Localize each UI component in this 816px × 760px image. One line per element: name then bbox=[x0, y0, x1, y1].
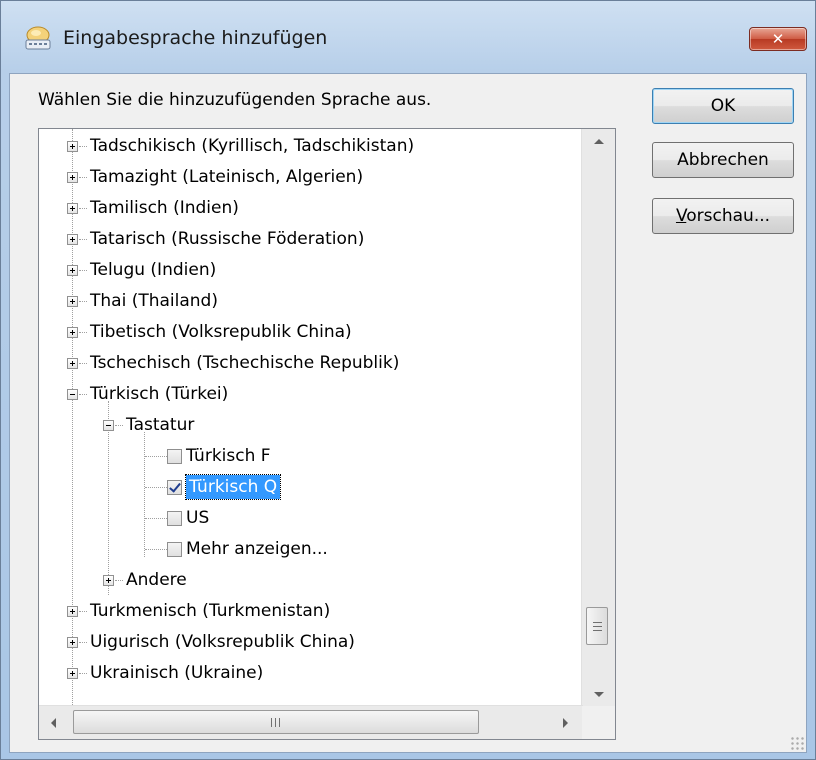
horizontal-scroll-thumb[interactable] bbox=[73, 710, 479, 734]
preview-button-label: Vorschau... bbox=[676, 206, 770, 226]
keyboard-label-selected: Türkisch Q bbox=[184, 474, 282, 500]
expand-plus-icon[interactable] bbox=[67, 637, 78, 648]
expand-plus-icon[interactable] bbox=[67, 141, 78, 152]
collapse-minus-icon[interactable] bbox=[67, 389, 78, 400]
tree-item-label: Türkisch (Türkei) bbox=[90, 384, 229, 404]
close-icon: ✕ bbox=[771, 30, 785, 48]
tree-item-label: Tschechisch (Tschechische Republik) bbox=[90, 353, 400, 373]
scroll-left-arrow-icon[interactable] bbox=[51, 718, 56, 728]
tree-item-label: Andere bbox=[126, 570, 187, 590]
tree-connector bbox=[145, 549, 167, 550]
scroll-down-arrow-icon[interactable] bbox=[594, 692, 604, 697]
tree-connector bbox=[115, 580, 123, 581]
grip-line bbox=[275, 718, 276, 727]
tree-item-label: Uigurisch (Volksrepublik China) bbox=[90, 632, 355, 652]
language-tree[interactable]: Tadschikisch (Kyrillisch, Tadschikistan)… bbox=[38, 128, 616, 740]
tree-connector bbox=[79, 270, 87, 271]
cancel-button-label: Abbrechen bbox=[677, 150, 769, 170]
expand-plus-icon[interactable] bbox=[67, 327, 78, 338]
tree-connector bbox=[79, 332, 87, 333]
preview-mnemonic: V bbox=[675, 206, 687, 226]
title-bar[interactable]: Eingabesprache hinzufügen ✕ bbox=[1, 1, 815, 73]
instruction-label: Wählen Sie die hinzuzufügenden Sprache a… bbox=[38, 90, 432, 110]
preview-label-rest: orschau... bbox=[686, 206, 771, 226]
keyboard-label: US bbox=[186, 508, 210, 528]
grip-line bbox=[593, 626, 602, 627]
checkbox[interactable] bbox=[167, 542, 182, 557]
preview-button[interactable]: Vorschau... bbox=[652, 198, 794, 234]
grip-line bbox=[593, 622, 602, 623]
keyboard-label: Mehr anzeigen... bbox=[186, 539, 328, 559]
tree-connector bbox=[79, 363, 87, 364]
checkbox[interactable] bbox=[167, 449, 182, 464]
scrollbar-corner bbox=[582, 706, 615, 739]
tree-item-label: Tatarisch (Russische Föderation) bbox=[90, 229, 365, 249]
keyboard-label: Türkisch F bbox=[186, 446, 271, 466]
tree-connector bbox=[79, 177, 87, 178]
cancel-button[interactable]: Abbrechen bbox=[652, 142, 794, 178]
tree-connector bbox=[79, 611, 87, 612]
tree-item-label: Ukrainisch (Ukraine) bbox=[90, 663, 264, 683]
expand-plus-icon[interactable] bbox=[67, 606, 78, 617]
close-button[interactable]: ✕ bbox=[749, 27, 807, 51]
expand-plus-icon[interactable] bbox=[67, 203, 78, 214]
tree-item-label: Tamilisch (Indien) bbox=[90, 198, 239, 218]
window-title: Eingabesprache hinzufügen bbox=[63, 27, 328, 49]
collapse-minus-icon[interactable] bbox=[103, 420, 114, 431]
grip-line bbox=[271, 718, 272, 727]
tree-connector bbox=[79, 394, 87, 395]
grip-line bbox=[279, 718, 280, 727]
tree-connector bbox=[145, 487, 167, 488]
tree-item-label: Tibetisch (Volksrepublik China) bbox=[90, 322, 352, 342]
tree-connector bbox=[144, 432, 145, 557]
tree-connector bbox=[145, 518, 167, 519]
horizontal-scrollbar[interactable] bbox=[39, 705, 583, 739]
tree-connector bbox=[79, 146, 87, 147]
scroll-up-arrow-icon[interactable] bbox=[594, 139, 604, 144]
checkbox-checked[interactable] bbox=[167, 480, 182, 495]
tree-connector bbox=[79, 673, 87, 674]
tree-connector bbox=[145, 456, 167, 457]
tree-item-label: Tamazight (Lateinisch, Algerien) bbox=[90, 167, 364, 187]
expand-plus-icon[interactable] bbox=[103, 575, 114, 586]
expand-plus-icon[interactable] bbox=[67, 358, 78, 369]
tree-connector bbox=[115, 425, 123, 426]
tree-item-label: Thai (Thailand) bbox=[90, 291, 218, 311]
expand-plus-icon[interactable] bbox=[67, 296, 78, 307]
tree-item-label: Tastatur bbox=[126, 415, 195, 435]
tree-connector bbox=[79, 642, 87, 643]
tree-item-label: Tadschikisch (Kyrillisch, Tadschikistan) bbox=[90, 136, 415, 156]
checkbox[interactable] bbox=[167, 511, 182, 526]
scroll-right-arrow-icon[interactable] bbox=[563, 718, 568, 728]
tree-connector bbox=[72, 129, 73, 707]
resize-grip-icon[interactable] bbox=[790, 736, 804, 750]
expand-plus-icon[interactable] bbox=[67, 172, 78, 183]
ok-button[interactable]: OK bbox=[652, 88, 794, 124]
expand-plus-icon[interactable] bbox=[67, 234, 78, 245]
ok-button-label: OK bbox=[710, 96, 736, 116]
tree-connector bbox=[79, 301, 87, 302]
dialog-client-area: Wählen Sie die hinzuzufügenden Sprache a… bbox=[9, 73, 807, 753]
tree-item-label: Turkmenisch (Turkmenistan) bbox=[90, 601, 331, 621]
tree-rows: Tadschikisch (Kyrillisch, Tadschikistan)… bbox=[39, 129, 583, 707]
expand-plus-icon[interactable] bbox=[67, 668, 78, 679]
vertical-scroll-thumb[interactable] bbox=[586, 607, 608, 645]
keyboard-language-icon bbox=[25, 26, 51, 50]
tree-item-label: Telugu (Indien) bbox=[90, 260, 217, 280]
expand-plus-icon[interactable] bbox=[67, 265, 78, 276]
tree-connector bbox=[79, 239, 87, 240]
dialog-window: Eingabesprache hinzufügen ✕ Wählen Sie d… bbox=[0, 0, 816, 760]
grip-line bbox=[593, 630, 602, 631]
vertical-scrollbar[interactable] bbox=[581, 129, 615, 707]
tree-connector bbox=[79, 208, 87, 209]
